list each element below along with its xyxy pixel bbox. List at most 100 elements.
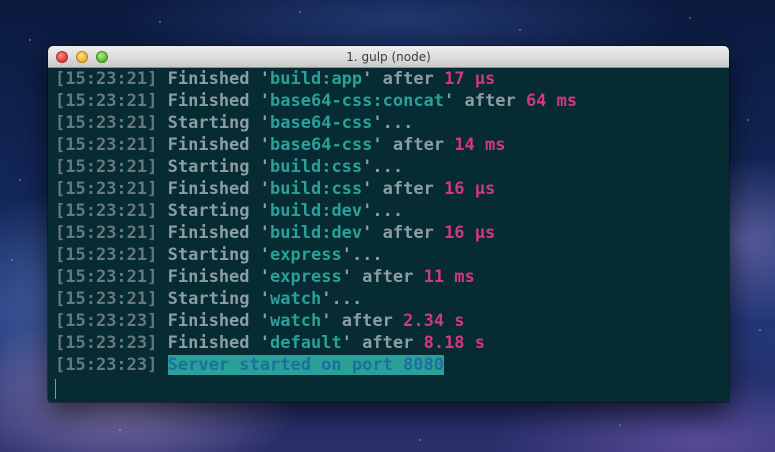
log-verb: Starting <box>167 201 250 221</box>
log-line: [15:23:21] Finished 'base64-css' after 1… <box>55 134 729 156</box>
quote: ' <box>362 69 373 89</box>
log-duration: 14 ms <box>454 135 506 155</box>
log-line: [15:23:21] Starting 'express'... <box>55 244 729 266</box>
title-bar[interactable]: 1. gulp (node) <box>48 46 729 68</box>
log-suffix: ... <box>351 245 383 265</box>
quote: ' <box>259 135 271 155</box>
log-timestamp: [15:23:21] <box>55 267 158 287</box>
log-duration: 17 μs <box>444 69 496 89</box>
log-timestamp: [15:23:21] <box>55 245 158 265</box>
log-line: [15:23:21] Starting 'base64-css'... <box>55 112 729 134</box>
log-task-name: build:css <box>270 179 363 199</box>
quote: ' <box>362 157 373 177</box>
log-timestamp: [15:23:23] <box>55 355 158 375</box>
log-task-name: default <box>270 333 342 353</box>
log-line-server: [15:23:23] Server started on port 8080 <box>55 354 729 376</box>
quote: ' <box>259 179 271 199</box>
log-suffix: after <box>351 333 424 353</box>
log-time: 15:23:23 <box>65 311 148 331</box>
log-verb: Finished <box>167 135 250 155</box>
log-duration: 64 ms <box>525 91 578 111</box>
quote: ' <box>341 245 352 265</box>
log-task-name: watch <box>270 289 322 309</box>
log-task-name: watch <box>270 311 322 331</box>
quote: ' <box>321 289 332 309</box>
log-verb: Finished <box>167 179 250 199</box>
quote: ' <box>259 157 271 177</box>
quote: ' <box>259 245 271 265</box>
log-suffix: after <box>372 179 445 199</box>
log-time: 15:23:23 <box>65 355 148 375</box>
terminal-output[interactable]: [15:23:21] Finished 'build:app' after 17… <box>48 68 729 402</box>
log-task-name: base64-css <box>270 113 373 133</box>
text-cursor <box>55 379 56 399</box>
log-suffix: ... <box>382 113 414 133</box>
log-task-name: base64-css:concat <box>270 91 445 111</box>
log-suffix: after <box>372 223 445 243</box>
log-task-name: express <box>270 245 342 265</box>
log-line: [15:23:21] Finished 'express' after 11 m… <box>55 266 729 288</box>
log-line: [15:23:21] Starting 'build:css'... <box>55 156 729 178</box>
quote: ' <box>259 311 271 331</box>
quote: ' <box>259 69 271 89</box>
quote: ' <box>444 91 455 111</box>
log-line: [15:23:23] Finished 'watch' after 2.34 s <box>55 310 729 332</box>
log-duration: 8.18 s <box>423 333 486 353</box>
quote: ' <box>372 135 383 155</box>
log-timestamp: [15:23:23] <box>55 311 158 331</box>
log-time: 15:23:21 <box>65 135 148 155</box>
log-suffix: after <box>454 91 526 111</box>
log-suffix: after <box>372 69 445 89</box>
log-duration: 16 μs <box>444 223 496 243</box>
quote: ' <box>362 223 373 243</box>
log-time: 15:23:21 <box>65 289 148 309</box>
quote: ' <box>259 333 271 353</box>
quote: ' <box>259 223 271 243</box>
log-timestamp: [15:23:21] <box>55 135 158 155</box>
log-time: 15:23:23 <box>65 333 148 353</box>
quote: ' <box>362 201 373 221</box>
log-verb: Finished <box>167 267 250 287</box>
log-verb: Finished <box>167 223 250 243</box>
log-time: 15:23:21 <box>65 91 148 111</box>
log-timestamp: [15:23:21] <box>55 113 158 133</box>
log-suffix: ... <box>372 157 404 177</box>
log-timestamp: [15:23:21] <box>55 289 158 309</box>
log-timestamp: [15:23:21] <box>55 157 158 177</box>
log-duration: 16 μs <box>444 179 496 199</box>
log-task-name: express <box>270 267 342 287</box>
server-started-message: Server started on port 8080 <box>167 355 444 375</box>
quote: ' <box>362 179 373 199</box>
log-suffix: ... <box>372 201 404 221</box>
log-line: [15:23:21] Finished 'base64-css:concat' … <box>55 90 729 112</box>
quote: ' <box>259 201 271 221</box>
quote: ' <box>259 289 271 309</box>
log-timestamp: [15:23:21] <box>55 179 158 199</box>
log-lines: [15:23:21] Finished 'build:app' after 17… <box>55 68 729 354</box>
log-timestamp: [15:23:21] <box>55 223 158 243</box>
log-timestamp: [15:23:21] <box>55 201 158 221</box>
quote: ' <box>259 113 271 133</box>
log-verb: Starting <box>167 113 250 133</box>
quote: ' <box>372 113 383 133</box>
log-duration: 2.34 s <box>403 311 465 331</box>
log-time: 15:23:21 <box>65 157 148 177</box>
quote: ' <box>341 267 352 287</box>
log-line: [15:23:21] Finished 'build:css' after 16… <box>55 178 729 200</box>
log-timestamp: [15:23:21] <box>55 91 158 111</box>
log-task-name: build:dev <box>270 201 363 221</box>
quote: ' <box>341 333 352 353</box>
log-duration: 11 ms <box>423 267 475 287</box>
log-verb: Finished <box>167 311 250 331</box>
log-task-name: build:app <box>270 69 363 89</box>
log-verb: Finished <box>167 333 250 353</box>
log-verb: Starting <box>167 289 250 309</box>
log-task-name: build:dev <box>270 223 363 243</box>
log-suffix: after <box>382 135 455 155</box>
log-time: 15:23:21 <box>65 113 148 133</box>
log-line: [15:23:21] Finished 'build:app' after 17… <box>55 68 729 90</box>
terminal-window: 1. gulp (node) [15:23:21] Finished 'buil… <box>48 46 729 402</box>
log-line: [15:23:21] Starting 'watch'... <box>55 288 729 310</box>
log-line: [15:23:23] Finished 'default' after 8.18… <box>55 332 729 354</box>
log-time: 15:23:21 <box>65 267 148 287</box>
